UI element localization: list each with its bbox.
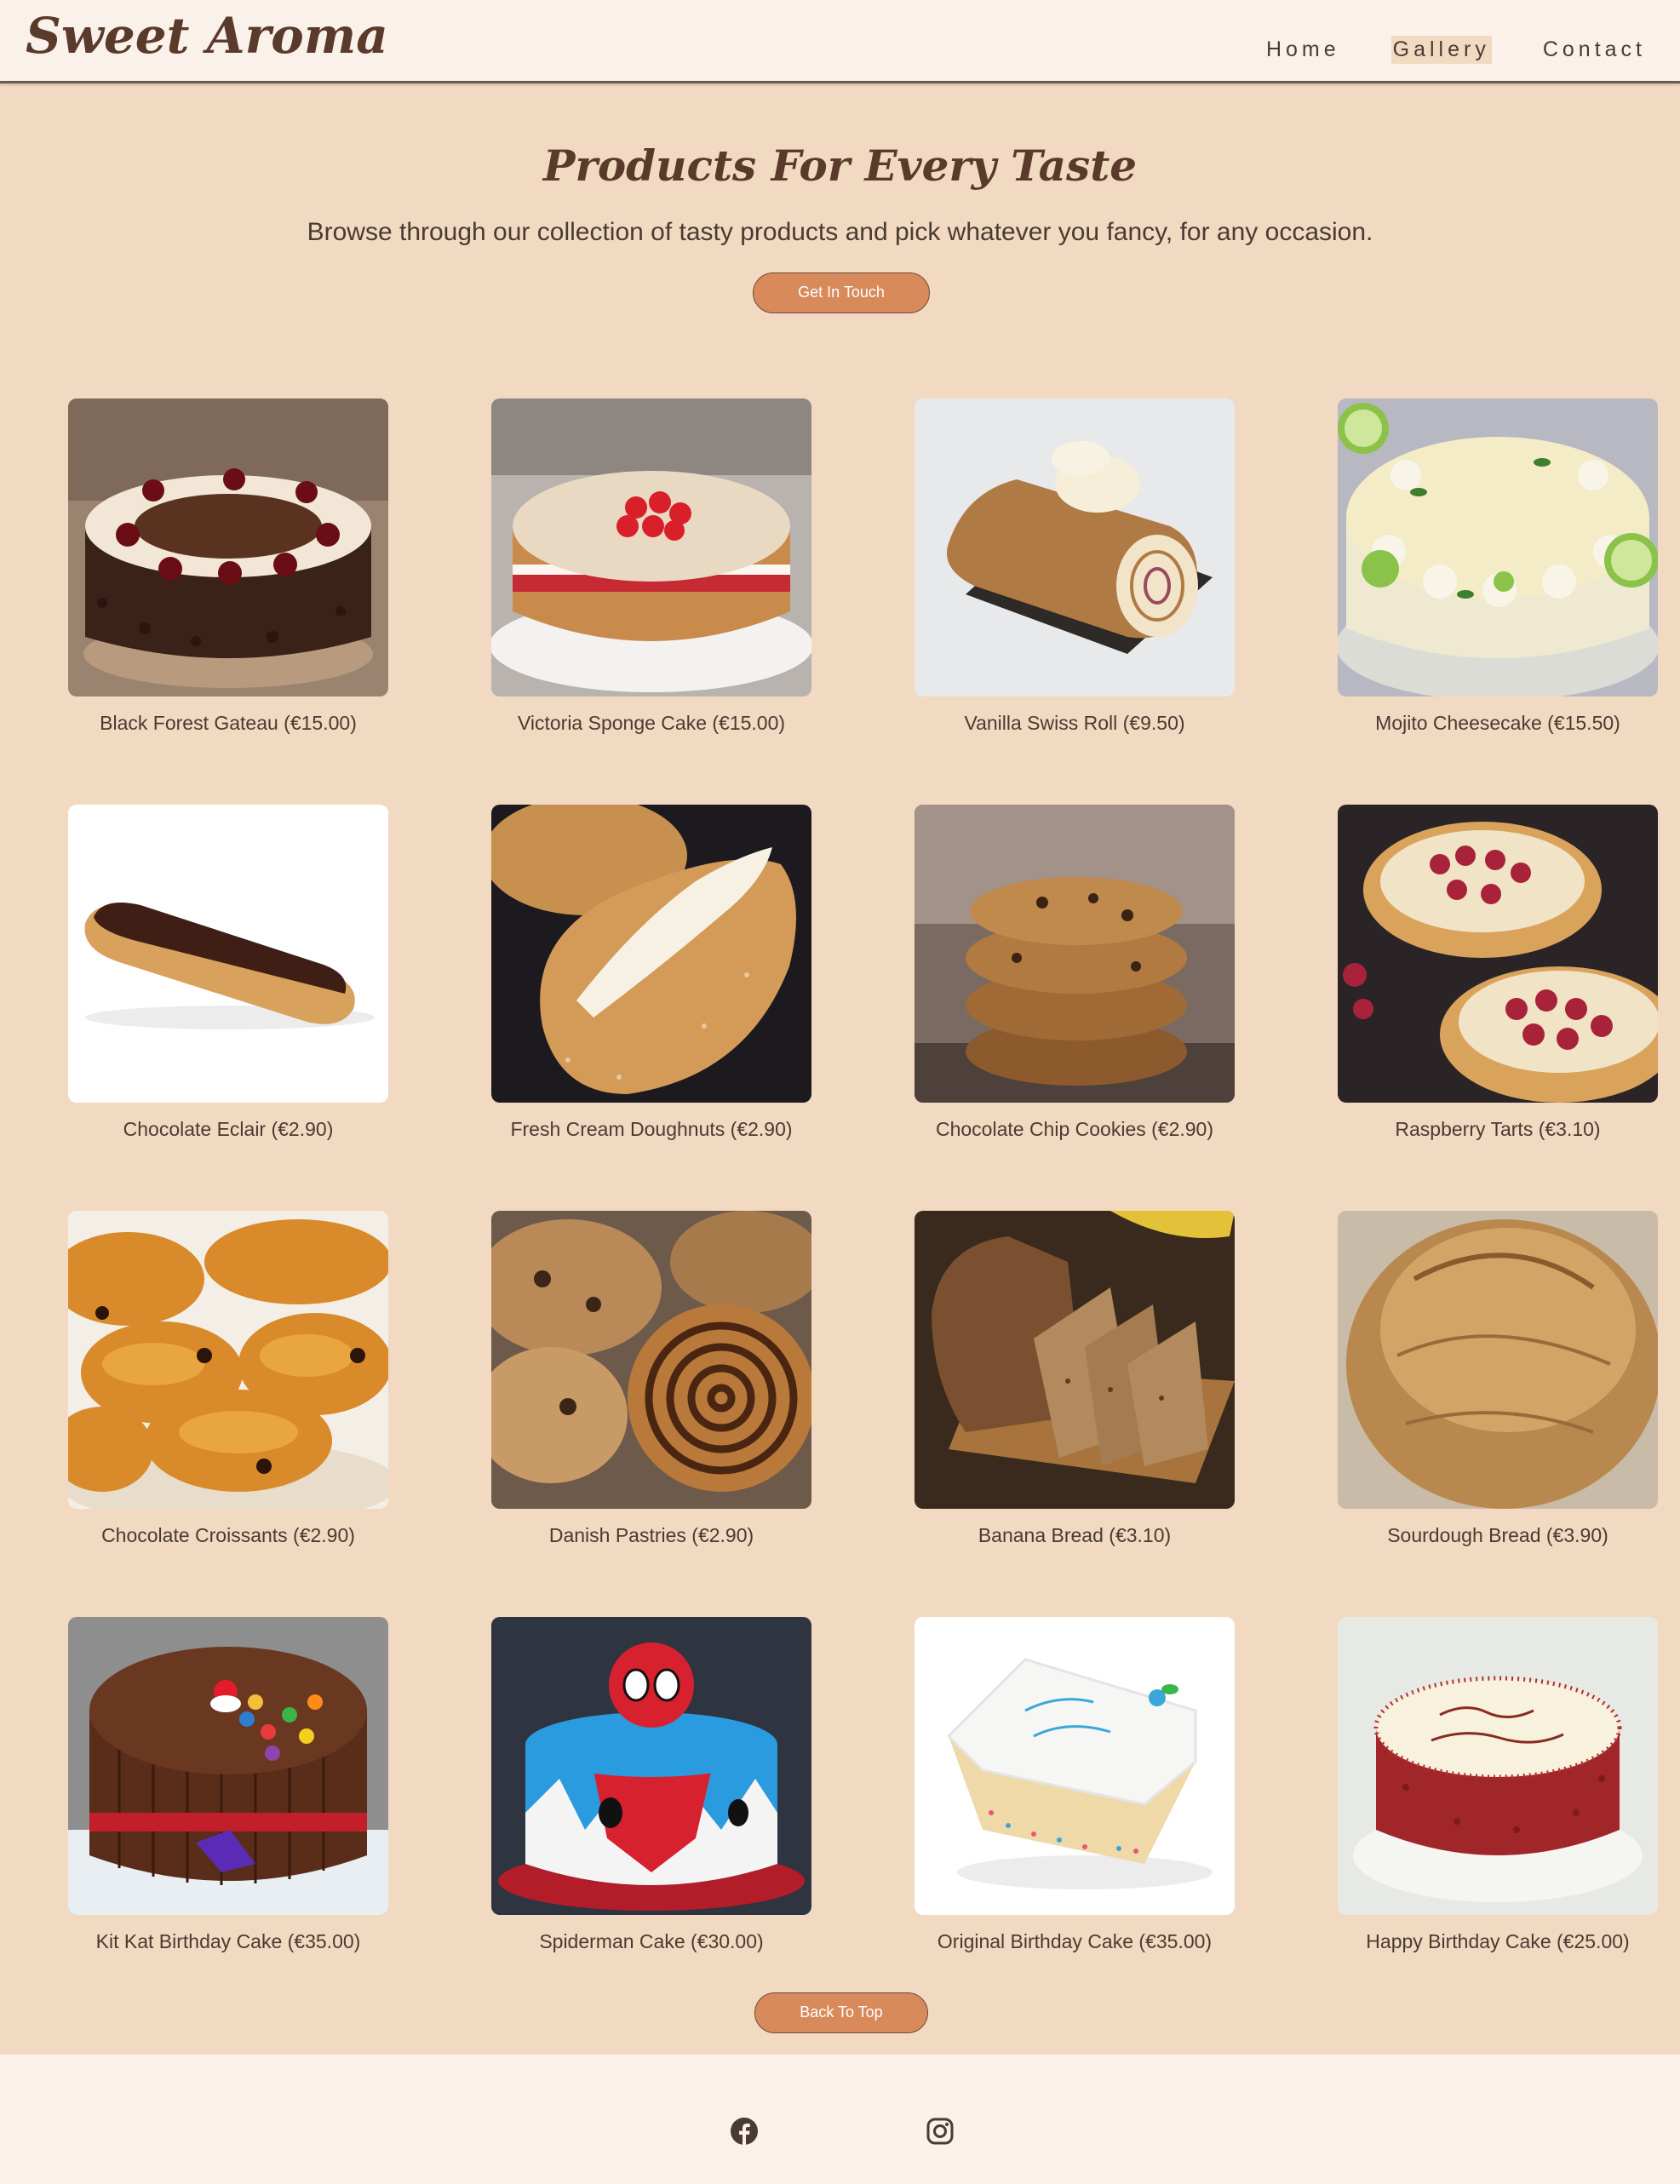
- product-caption: Happy Birthday Cake (€25.00): [1366, 1930, 1630, 1952]
- chocolate-eclair-photo: [68, 805, 388, 1103]
- product-card[interactable]: Chocolate Croissants (€2.90): [68, 1211, 388, 1551]
- main-nav: Home Gallery Contact: [1215, 36, 1648, 64]
- product-caption: Danish Pastries (€2.90): [548, 1524, 754, 1546]
- product-caption: Banana Bread (€3.10): [978, 1524, 1172, 1546]
- product-card[interactable]: Spiderman Cake (€30.00): [491, 1617, 811, 1958]
- product-caption: Chocolate Croissants (€2.90): [101, 1524, 355, 1546]
- product-caption: Victoria Sponge Cake (€15.00): [517, 712, 786, 734]
- instagram-icon[interactable]: [926, 2117, 955, 2146]
- get-in-touch-button[interactable]: Get In Touch: [753, 272, 930, 313]
- product-card[interactable]: Chocolate Chip Cookies (€2.90): [915, 805, 1235, 1145]
- product-card[interactable]: Fresh Cream Doughnuts (€2.90): [491, 805, 811, 1145]
- nav-gallery-link[interactable]: Gallery: [1390, 36, 1492, 64]
- chocolate-chip-cookies-photo: [915, 805, 1235, 1103]
- product-caption: Raspberry Tarts (€3.10): [1395, 1118, 1601, 1140]
- danish-pastries-photo: [491, 1211, 811, 1509]
- victoria-sponge-cake-photo: [491, 398, 811, 696]
- product-card[interactable]: Original Birthday Cake (€35.00): [915, 1617, 1235, 1958]
- product-caption: Chocolate Eclair (€2.90): [123, 1118, 334, 1140]
- product-caption: Fresh Cream Doughnuts (€2.90): [510, 1118, 793, 1140]
- banana-bread-photo: [915, 1211, 1235, 1509]
- product-caption: Vanilla Swiss Roll (€9.50): [964, 712, 1185, 734]
- product-caption: Chocolate Chip Cookies (€2.90): [935, 1118, 1213, 1140]
- product-card[interactable]: Banana Bread (€3.10): [915, 1211, 1235, 1551]
- raspberry-tarts-photo: [1338, 805, 1658, 1103]
- product-caption: Original Birthday Cake (€35.00): [937, 1930, 1213, 1952]
- product-card[interactable]: Chocolate Eclair (€2.90): [68, 805, 388, 1145]
- site-footer: [0, 2055, 1680, 2184]
- product-card[interactable]: Mojito Cheesecake (€15.50): [1338, 398, 1658, 739]
- mojito-cheesecake-photo: [1338, 398, 1658, 696]
- product-card[interactable]: Black Forest Gateau (€15.00): [68, 398, 388, 739]
- happy-birthday-cake-photo: [1338, 1617, 1658, 1915]
- vanilla-swiss-roll-photo: [915, 398, 1235, 696]
- product-card[interactable]: Kit Kat Birthday Cake (€35.00): [68, 1617, 388, 1958]
- black-forest-gateau-photo: [68, 398, 388, 696]
- spiderman-cake-photo: [491, 1617, 811, 1915]
- kit-kat-birthday-cake-photo: [68, 1617, 388, 1915]
- product-card[interactable]: Danish Pastries (€2.90): [491, 1211, 811, 1551]
- product-caption: Mojito Cheesecake (€15.50): [1375, 712, 1620, 734]
- product-caption: Kit Kat Birthday Cake (€35.00): [95, 1930, 361, 1952]
- sourdough-bread-photo: [1338, 1211, 1658, 1509]
- page-subtitle: Browse through our collection of tasty p…: [307, 218, 1373, 246]
- nav-home-link[interactable]: Home: [1264, 36, 1342, 64]
- product-card[interactable]: Sourdough Bread (€3.90): [1338, 1211, 1658, 1551]
- product-caption: Sourdough Bread (€3.90): [1387, 1524, 1608, 1546]
- back-to-top-button[interactable]: Back To Top: [754, 1992, 928, 2033]
- site-header: Sweet Aroma Home Gallery Contact: [0, 0, 1680, 83]
- original-birthday-cake-photo: [915, 1617, 1235, 1915]
- product-caption: Black Forest Gateau (€15.00): [100, 712, 357, 734]
- page-title: Products For Every Taste: [542, 140, 1138, 191]
- product-card[interactable]: Raspberry Tarts (€3.10): [1338, 805, 1658, 1145]
- product-caption: Spiderman Cake (€30.00): [539, 1930, 764, 1952]
- nav-contact-link[interactable]: Contact: [1541, 36, 1648, 64]
- product-card[interactable]: Happy Birthday Cake (€25.00): [1338, 1617, 1658, 1958]
- fresh-cream-doughnuts-photo: [491, 805, 811, 1103]
- chocolate-croissants-photo: [68, 1211, 388, 1509]
- product-card[interactable]: Vanilla Swiss Roll (€9.50): [915, 398, 1235, 739]
- facebook-icon[interactable]: [730, 2117, 759, 2146]
- product-card[interactable]: Victoria Sponge Cake (€15.00): [491, 398, 811, 739]
- site-logo[interactable]: Sweet Aroma: [26, 7, 388, 65]
